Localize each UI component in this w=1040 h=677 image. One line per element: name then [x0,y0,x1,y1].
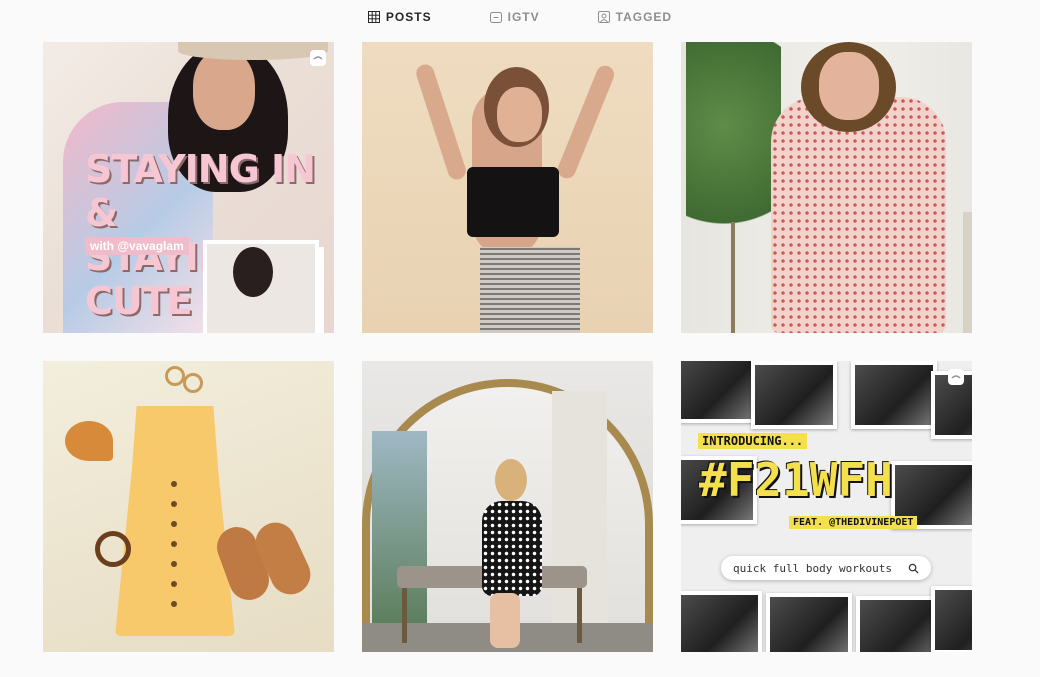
feat-label: FEAT. @THEDIVINEPOET [789,516,918,529]
plant [686,42,781,252]
hat-brim [178,42,328,60]
bench-leg [577,588,582,643]
black-crop-top [467,167,559,237]
collage-photo [751,361,837,429]
intro-label: INTRODUCING... [698,433,808,449]
post-tile-5[interactable] [362,361,653,652]
inset-model [233,247,273,297]
post-tile-1[interactable]: STAYING IN & STAYING CUTE with @vavaglam [43,42,334,333]
igtv-icon [489,12,502,23]
earring-right [183,373,203,393]
profile-tabs: POSTS IGTV TAGGED [0,0,1040,34]
grid-icon [367,11,380,23]
post-tile-6[interactable]: INTRODUCING... #F21WFH FEAT. @THEDIVINEP… [681,361,972,652]
igtv-badge-icon [310,50,326,66]
dress-button [171,601,177,607]
model-arm-left [413,62,469,182]
tab-tagged-label: TAGGED [615,10,673,24]
model-face [497,87,542,142]
search-text: quick full body workouts [733,561,892,575]
model-head [495,459,527,501]
tagged-icon [597,11,610,23]
polka-dot-dress [482,501,542,596]
orange-headband [65,421,113,461]
window-frame [963,212,972,333]
post-title-line-1: STAYING IN & [85,147,316,235]
dress-button [171,501,177,507]
dress-button [171,521,177,527]
search-bar-graphic: quick full body workouts [721,556,931,580]
dress-button [171,541,177,547]
tab-tagged[interactable]: TAGGED [597,10,673,24]
igtv-badge-icon [948,369,964,385]
collage-photo [856,596,942,652]
search-icon [908,563,919,574]
collage-photo [851,361,937,429]
hashtag-title: #F21WFH [699,453,893,507]
model-face [193,50,255,130]
dress-button [171,481,177,487]
tab-posts-label: POSTS [385,10,432,24]
collage-photo [681,361,757,423]
floral-robe-dress [771,97,946,333]
bench-leg [402,588,407,643]
earring-left [165,366,185,386]
model-legs [490,593,520,648]
dress-button [171,561,177,567]
post-subtitle: with @vavaglam [85,237,189,255]
dress-button [171,581,177,587]
plant-stem [731,222,735,333]
collage-photo [681,591,762,652]
window-view [372,431,427,631]
tab-igtv-label: IGTV [507,10,540,24]
post-tile-3[interactable] [681,42,972,333]
post-tile-2[interactable] [362,42,653,333]
tab-igtv[interactable]: IGTV [489,10,540,24]
gingham-pants [480,247,580,333]
inset-frame-edge [318,247,324,333]
tab-posts[interactable]: POSTS [367,10,432,24]
model-arm-right [555,62,617,182]
collage-photo [931,586,972,652]
collage-photo [766,593,852,652]
bangle [95,531,131,567]
model-face [819,52,879,120]
post-tile-4[interactable] [43,361,334,652]
